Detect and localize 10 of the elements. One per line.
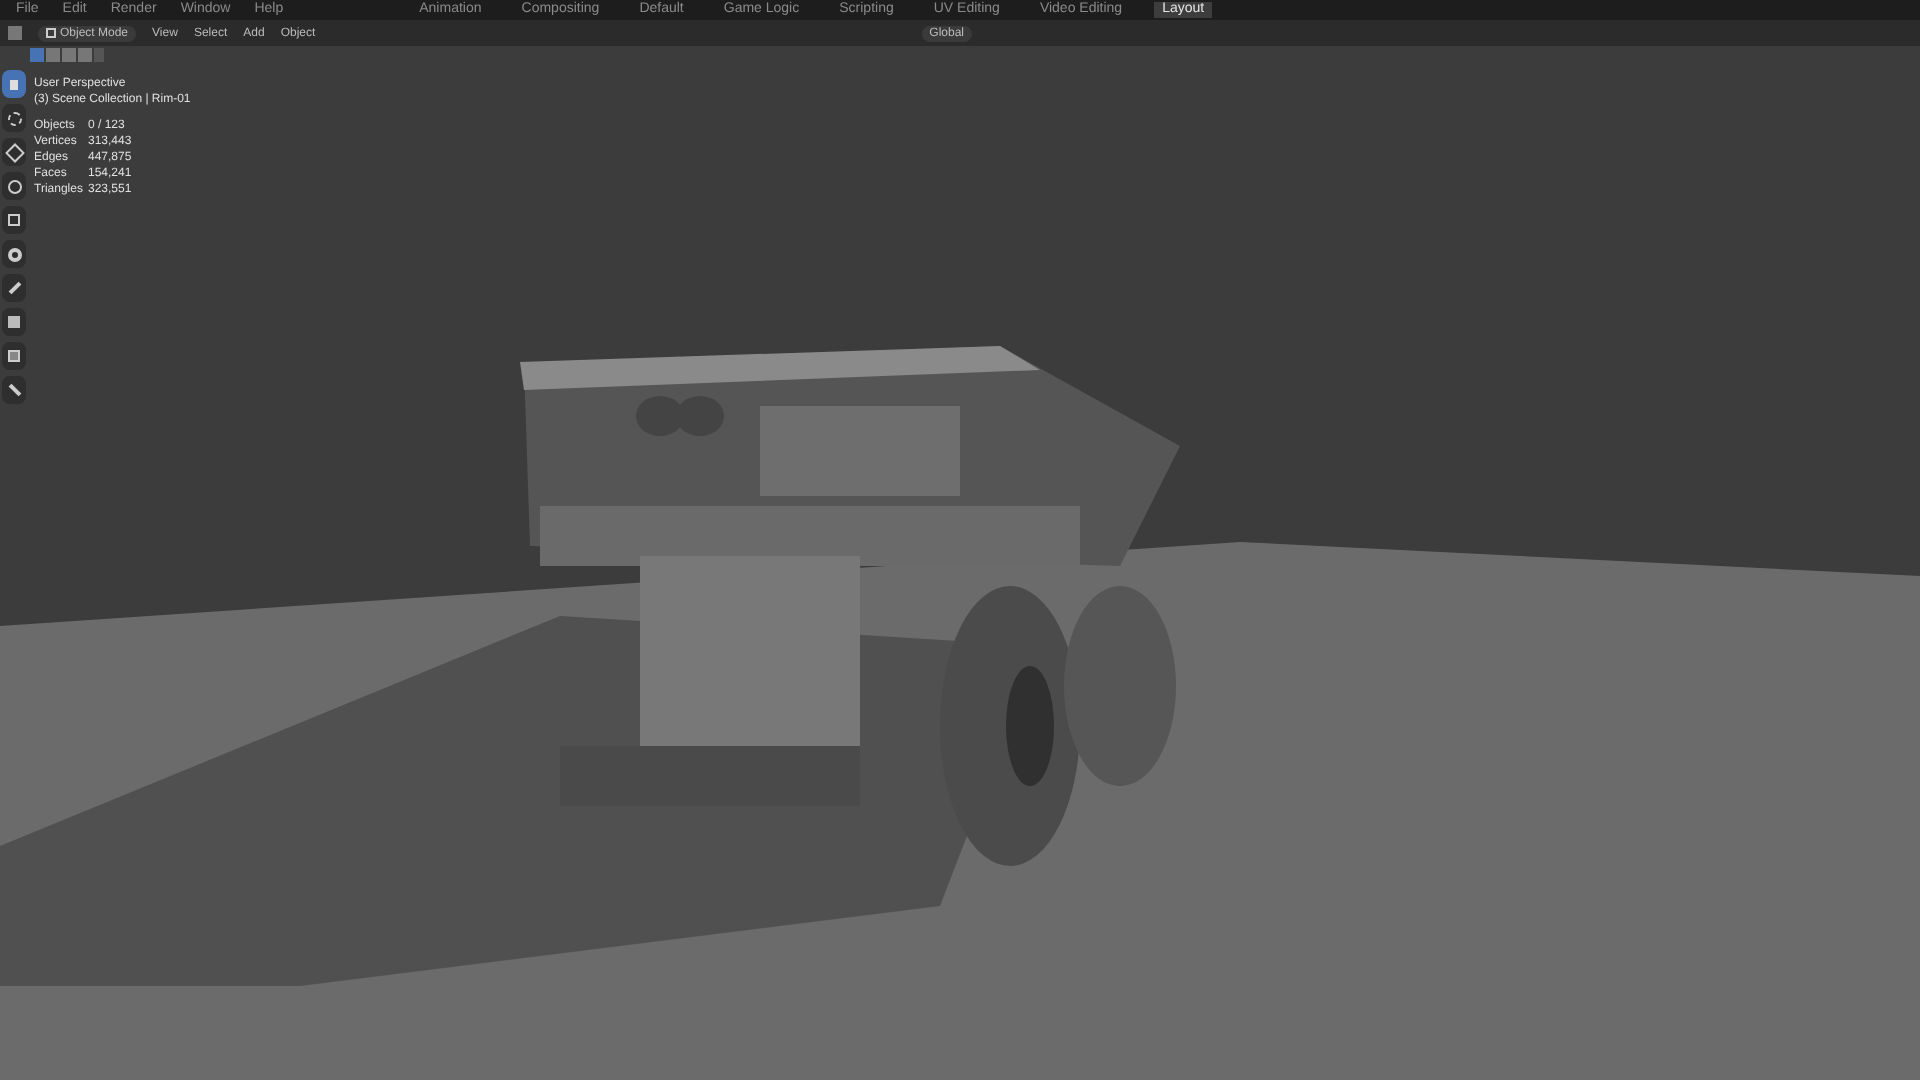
tool-button[interactable] (2, 206, 26, 234)
tool-button[interactable] (2, 70, 26, 98)
tool-button[interactable] (2, 342, 26, 370)
tool-button[interactable] (2, 104, 26, 132)
tool-button[interactable] (2, 240, 26, 268)
tool-button[interactable] (2, 308, 26, 336)
tool-button[interactable] (2, 274, 26, 302)
tool-button[interactable] (2, 138, 26, 166)
tool-button[interactable] (2, 172, 26, 200)
tool-button[interactable] (2, 376, 26, 404)
